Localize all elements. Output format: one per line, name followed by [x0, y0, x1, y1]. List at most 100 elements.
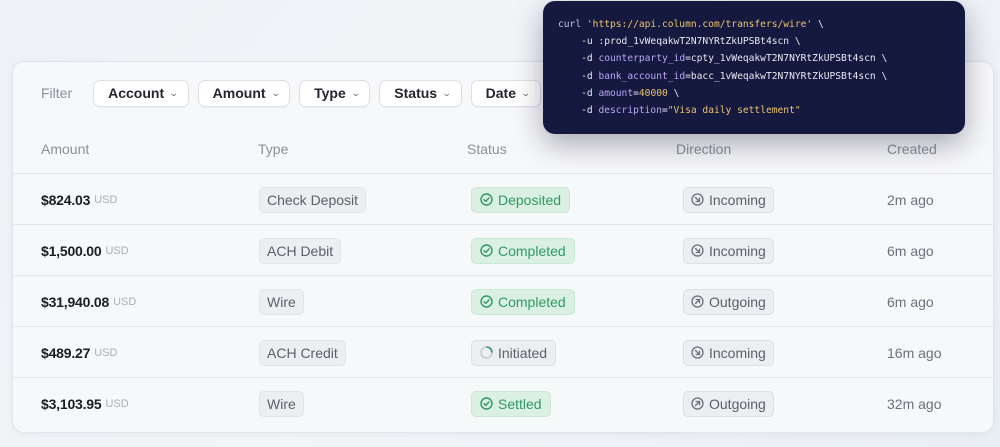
- column-header-created[interactable]: Created: [887, 141, 937, 157]
- filter-amount-button[interactable]: Amount ⌄: [197, 79, 291, 107]
- chevron-down-icon: ⌄: [350, 87, 361, 98]
- arrow-up-right-icon: [691, 397, 704, 410]
- check-circle-icon: [480, 295, 493, 308]
- currency-code: USD: [113, 295, 137, 308]
- chevron-down-icon: ⌄: [270, 87, 281, 98]
- filter-button-label: Type: [314, 85, 346, 101]
- status-label: Completed: [498, 293, 566, 310]
- arrow-down-right-icon: [691, 244, 704, 257]
- arrow-down-right-icon: [691, 346, 704, 359]
- filter-label: Filter: [41, 85, 73, 101]
- amount-cell: $31,940.08 USD: [41, 276, 136, 327]
- status-badge: Completed: [471, 237, 575, 264]
- code-line-6: -d description="Visa daily settlement": [581, 105, 801, 117]
- status-cell: Completed: [471, 225, 575, 276]
- status-label: Deposited: [498, 191, 562, 208]
- currency-code: USD: [105, 244, 129, 257]
- direction-label: Incoming: [709, 344, 766, 361]
- created-cell: 16m ago: [887, 327, 941, 378]
- amount-cell: $489.27 USD: [41, 327, 117, 378]
- status-cell: Settled: [471, 378, 551, 429]
- chevron-down-icon: ⌄: [520, 87, 531, 98]
- status-label: Settled: [498, 395, 542, 412]
- created-cell: 6m ago: [887, 276, 934, 327]
- direction-badge: Outgoing: [683, 288, 774, 315]
- arrow-down-right-icon: [691, 193, 704, 206]
- currency-code: USD: [94, 193, 118, 206]
- code-line-1: curl 'https://api.column.com/transfers/w…: [558, 19, 824, 30]
- status-cell: Deposited: [471, 174, 571, 225]
- filter-button-label: Status: [394, 85, 438, 101]
- code-line-3: -d counterparty_id=cpty_1vWeqakwT2N7NYRt…: [581, 53, 888, 65]
- chevron-down-icon: ⌄: [441, 87, 452, 98]
- direction-label: Incoming: [709, 242, 766, 259]
- check-circle-icon: [480, 397, 493, 410]
- table-row[interactable]: $3,103.95 USD Wire Settled Outgoing 32m ago: [13, 378, 993, 429]
- arrow-up-right-icon: [691, 295, 704, 308]
- created-time: 16m ago: [887, 344, 942, 361]
- column-header-amount[interactable]: Amount: [41, 141, 89, 157]
- created-time: 6m ago: [887, 293, 934, 310]
- currency-code: USD: [94, 346, 118, 359]
- type-badge: Wire: [259, 288, 304, 315]
- currency-code: USD: [105, 397, 129, 410]
- type-badge: Check Deposit: [259, 186, 367, 213]
- status-badge: Completed: [471, 288, 575, 315]
- direction-cell: Outgoing: [683, 276, 774, 327]
- status-label: Completed: [498, 242, 566, 259]
- code-snippet: curl 'https://api.column.com/transfers/w…: [543, 1, 965, 134]
- direction-cell: Incoming: [683, 225, 774, 276]
- type-cell: Wire: [259, 378, 304, 429]
- created-time: 2m ago: [887, 191, 934, 208]
- table-row[interactable]: $31,940.08 USD Wire Completed Outgoing 6m ago: [13, 276, 993, 327]
- amount-cell: $824.03 USD: [41, 174, 117, 225]
- type-badge: ACH Credit: [259, 339, 346, 366]
- created-cell: 6m ago: [887, 225, 934, 276]
- direction-label: Outgoing: [709, 293, 766, 310]
- type-cell: Check Deposit: [259, 174, 367, 225]
- direction-badge: Incoming: [683, 339, 774, 366]
- column-header-status[interactable]: Status: [467, 141, 507, 157]
- filter-button-label: Account: [108, 85, 165, 101]
- direction-badge: Incoming: [683, 186, 774, 213]
- type-badge: ACH Debit: [259, 237, 342, 264]
- filter-account-button[interactable]: Account ⌄: [93, 79, 189, 107]
- check-circle-icon: [480, 244, 493, 257]
- amount-value: $824.03: [41, 191, 91, 208]
- created-time: 6m ago: [887, 242, 934, 259]
- table-row[interactable]: $1,500.00 USD ACH Debit Completed Incoming 6m…: [13, 225, 993, 276]
- direction-label: Outgoing: [709, 395, 766, 412]
- filter-date-button[interactable]: Date ⌄: [470, 79, 541, 107]
- column-header-type[interactable]: Type: [258, 141, 288, 157]
- column-header-direction[interactable]: Direction: [676, 141, 731, 157]
- direction-cell: Incoming: [683, 174, 774, 225]
- direction-cell: Incoming: [683, 327, 774, 378]
- spinner-icon: [480, 346, 493, 359]
- type-cell: Wire: [259, 276, 304, 327]
- amount-value: $1,500.00: [41, 242, 102, 259]
- direction-label: Incoming: [709, 191, 766, 208]
- direction-badge: Incoming: [683, 237, 774, 264]
- amount-value: $489.27: [41, 344, 91, 361]
- created-cell: 2m ago: [887, 174, 934, 225]
- check-circle-icon: [480, 193, 493, 206]
- status-label: Initiated: [498, 344, 548, 361]
- code-line-4: -d bank_account_id=bacc_1vWeqakwT2N7NYRt…: [581, 70, 888, 82]
- filter-status-button[interactable]: Status ⌄: [379, 79, 462, 107]
- direction-badge: Outgoing: [683, 390, 774, 417]
- code-line-5: -d amount=40000 \: [581, 87, 680, 99]
- filter-type-button[interactable]: Type ⌄: [299, 79, 371, 107]
- filter-button-label: Date: [485, 85, 516, 101]
- table-row[interactable]: $824.03 USD Check Deposit Deposited Incoming…: [13, 174, 993, 225]
- status-badge: Settled: [471, 390, 551, 417]
- chevron-down-icon: ⌄: [168, 87, 179, 98]
- direction-cell: Outgoing: [683, 378, 774, 429]
- status-badge: Initiated: [471, 339, 557, 366]
- amount-value: $3,103.95: [41, 395, 102, 412]
- type-badge: Wire: [259, 390, 304, 417]
- table-row[interactable]: $489.27 USD ACH Credit Initiated Incoming 16m…: [13, 327, 993, 378]
- amount-value: $31,940.08: [41, 293, 110, 310]
- type-cell: ACH Credit: [259, 327, 346, 378]
- status-badge: Deposited: [471, 186, 571, 213]
- code-line-2: -u :prod_1vWeqakwT2N7NYRtZkUPSBt4scn \: [581, 36, 801, 48]
